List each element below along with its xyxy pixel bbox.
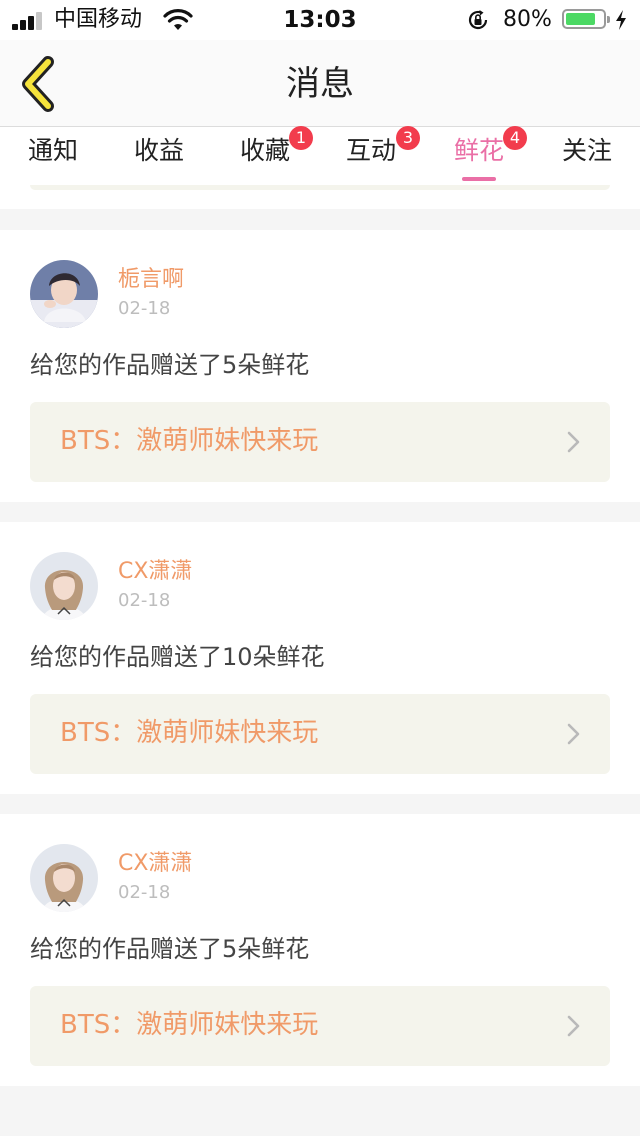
work-title: BTS：激萌师妹快来玩 (60, 718, 319, 748)
unread-count-badge: 4 (503, 126, 527, 150)
chevron-right-icon (567, 723, 580, 745)
tab-label: 通知 (27, 136, 78, 165)
gift-message: 给您的作品赠送了5朵鲜花 (30, 935, 310, 963)
work-title: BTS：激萌师妹快来玩 (60, 1010, 319, 1040)
tab-following[interactable]: 关注 (534, 135, 640, 167)
work-link-card[interactable]: BTS：激萌师妹快来玩 (30, 986, 610, 1066)
work-link-card[interactable]: BTS：激萌师妹快来玩 (30, 694, 610, 774)
gift-message: 给您的作品赠送了5朵鲜花 (30, 351, 310, 379)
rotation-lock-icon (468, 10, 488, 30)
navigation-header: 消息 (0, 40, 640, 126)
avatar[interactable] (30, 552, 98, 620)
tab-flowers[interactable]: 鲜花 4 (426, 126, 532, 181)
page-title: 消息 (286, 64, 354, 104)
tab-label: 鲜花 (453, 136, 504, 165)
unread-count-badge: 1 (289, 126, 313, 150)
charging-bolt-icon (616, 10, 626, 30)
status-bar: 中国移动 13:03 80% (0, 0, 640, 40)
sender-name[interactable]: CX潇潇 (118, 850, 192, 878)
sender-name[interactable]: CX潇潇 (118, 558, 192, 586)
previous-card-edge (0, 185, 640, 209)
flower-gift-item: CX潇潇 02-18 给您的作品赠送了5朵鲜花 BTS：激萌师妹快来玩 (0, 814, 640, 1086)
active-tab-indicator (462, 177, 496, 181)
tab-label: 收益 (133, 136, 184, 165)
sender-name[interactable]: 栀言啊 (118, 266, 184, 294)
chevron-right-icon (567, 431, 580, 453)
message-category-tabs: 通知 收益 收藏 1 互动 3 鲜花 4 关注 (0, 126, 640, 185)
avatar[interactable] (30, 844, 98, 912)
flower-gift-item: CX潇潇 02-18 给您的作品赠送了10朵鲜花 BTS：激萌师妹快来玩 (0, 522, 640, 794)
chevron-right-icon (567, 1015, 580, 1037)
unread-count-badge: 3 (396, 126, 420, 150)
tab-interactions[interactable]: 互动 3 (318, 126, 424, 167)
flower-gift-item: 栀言啊 02-18 给您的作品赠送了5朵鲜花 BTS：激萌师妹快来玩 (0, 230, 640, 502)
gift-date: 02-18 (118, 882, 171, 903)
tab-label: 互动 (345, 136, 396, 165)
tab-label: 收藏 (239, 136, 290, 165)
tab-earnings[interactable]: 收益 (106, 135, 212, 167)
tab-favorites[interactable]: 收藏 1 (212, 126, 318, 167)
gift-date: 02-18 (118, 298, 171, 319)
tab-label: 关注 (561, 136, 612, 165)
work-link-card[interactable]: BTS：激萌师妹快来玩 (30, 402, 610, 482)
tab-notification[interactable]: 通知 (0, 135, 106, 167)
gift-message: 给您的作品赠送了10朵鲜花 (30, 643, 325, 671)
work-title: BTS：激萌师妹快来玩 (60, 426, 319, 456)
avatar[interactable] (30, 260, 98, 328)
gift-date: 02-18 (118, 590, 171, 611)
battery-icon (562, 9, 610, 29)
battery-percentage: 80% (503, 7, 552, 32)
